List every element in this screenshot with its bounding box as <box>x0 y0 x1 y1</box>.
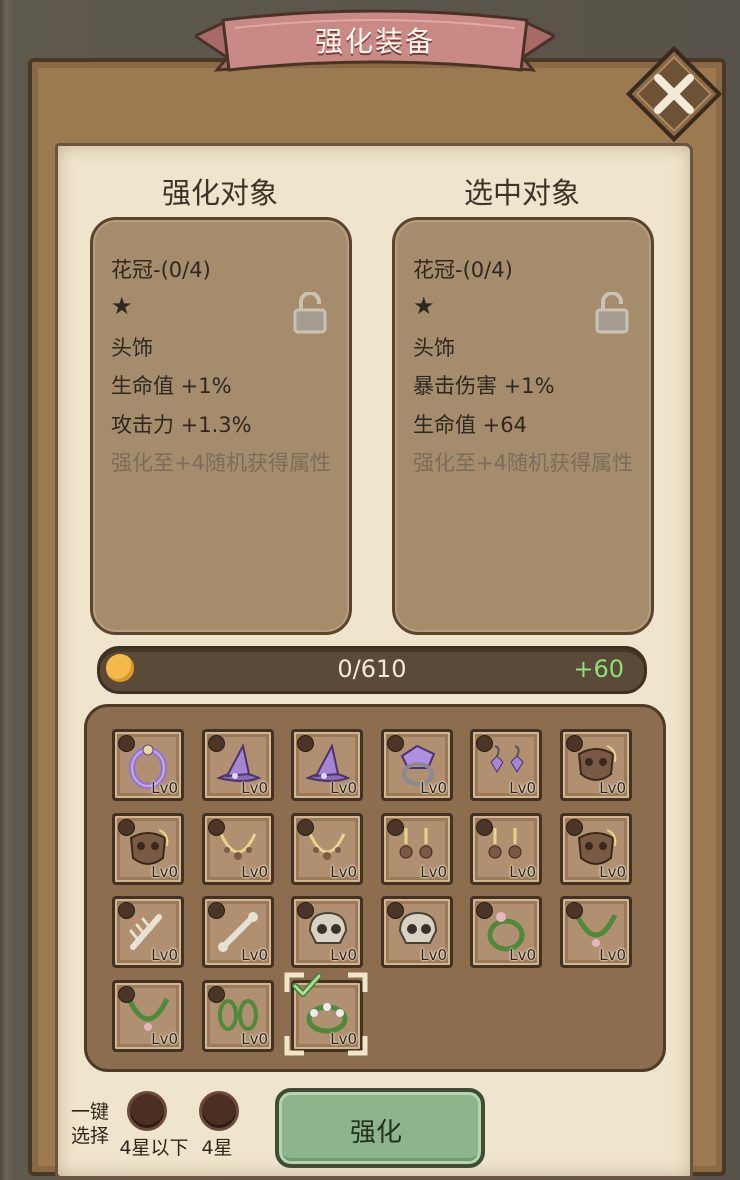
lock-dot-indicator <box>566 819 583 836</box>
inventory-slot[interactable]: Lv0 <box>560 813 632 885</box>
lock-dot-indicator <box>566 735 583 752</box>
item-level: Lv0 <box>151 779 178 797</box>
item-level: Lv0 <box>330 779 357 797</box>
stat-line: 生命值 +1% <box>111 374 232 398</box>
stat-line: 攻击力 +1.3% <box>111 413 252 437</box>
selected-target-heading: 选中对象 <box>463 176 580 210</box>
item-level: Lv0 <box>241 946 268 964</box>
item-level: Lv0 <box>241 779 268 797</box>
lock-dot-indicator <box>118 735 135 752</box>
item-level: Lv0 <box>330 863 357 881</box>
item-level: Lv0 <box>151 1030 178 1048</box>
inventory-slot[interactable]: Lv0 <box>470 729 542 801</box>
filter-below-4-star-toggle[interactable] <box>127 1091 167 1131</box>
enhance-target-heading: 强化对象 <box>161 176 278 210</box>
lock-dot-indicator <box>297 902 314 919</box>
inventory-slot[interactable]: Lv0 <box>560 896 632 968</box>
inventory-slot[interactable]: Lv0 <box>202 980 274 1052</box>
enhance-target-card: 花冠-(0/4) ★ 头饰 生命值 +1% 攻击力 +1.3% 强化至+4随机获… <box>90 217 352 635</box>
lock-dot-indicator <box>566 902 583 919</box>
inventory-slot[interactable]: Lv0 <box>381 813 453 885</box>
lock-dot-indicator <box>208 986 225 1003</box>
close-button[interactable] <box>620 40 728 148</box>
unlock-icon[interactable] <box>595 292 629 334</box>
star-rating: ★ <box>413 292 435 320</box>
item-level: Lv0 <box>330 1030 357 1048</box>
inventory-slot[interactable]: Lv0 <box>381 729 453 801</box>
slot-type: 头饰 <box>111 336 153 360</box>
item-level: Lv0 <box>241 863 268 881</box>
filter-below-4-star-label: 4星以下 <box>119 1137 189 1159</box>
lock-dot-indicator <box>118 986 135 1003</box>
lock-dot-indicator <box>208 819 225 836</box>
inventory-slot[interactable]: Lv0 <box>291 729 363 801</box>
inventory-slot[interactable]: Lv0 <box>112 980 184 1052</box>
inventory-slot[interactable]: Lv0 <box>202 896 274 968</box>
lock-dot-indicator <box>476 735 493 752</box>
exp-progress-bar: 0/610 +60 <box>97 646 647 694</box>
item-level: Lv0 <box>330 946 357 964</box>
item-level: Lv0 <box>509 779 536 797</box>
lock-dot-indicator <box>208 735 225 752</box>
inventory-slot[interactable]: Lv0 <box>112 813 184 885</box>
item-level: Lv0 <box>420 946 447 964</box>
item-level: Lv0 <box>151 946 178 964</box>
lock-dot-indicator <box>118 819 135 836</box>
lock-dot-indicator <box>118 902 135 919</box>
stat-line: 暴击伤害 +1% <box>413 374 555 398</box>
inventory-slot[interactable]: Lv0 <box>112 896 184 968</box>
inventory-slot[interactable]: Lv0 <box>560 729 632 801</box>
selected-target-card: 花冠-(0/4) ★ 头饰 暴击伤害 +1% 生命值 +64 强化至+4随机获得… <box>392 217 654 635</box>
inventory-slot[interactable]: Lv0 <box>291 813 363 885</box>
lock-dot-indicator <box>387 735 404 752</box>
inventory-slot[interactable]: Lv0 <box>202 813 274 885</box>
item-level: Lv0 <box>509 946 536 964</box>
lock-dot-indicator <box>476 902 493 919</box>
item-level: Lv0 <box>599 779 626 797</box>
lock-dot-indicator <box>476 819 493 836</box>
stat-line: 生命值 +64 <box>413 413 527 437</box>
item-name: 花冠-(0/4) <box>413 258 513 282</box>
progress-text: 0/610 <box>337 655 407 683</box>
inventory-slot[interactable]: Lv0 <box>470 896 542 968</box>
item-level: Lv0 <box>241 1030 268 1048</box>
progress-gain: +60 <box>573 655 624 683</box>
inventory-slot[interactable]: Lv0 <box>112 729 184 801</box>
slot-type: 头饰 <box>413 336 455 360</box>
unlock-icon[interactable] <box>293 292 327 334</box>
page-title: 强化装备 <box>314 25 435 58</box>
one-key-select-label: 一键 选择 <box>70 1101 109 1147</box>
lock-dot-indicator <box>297 819 314 836</box>
item-level: Lv0 <box>420 779 447 797</box>
enhance-hint: 强化至+4随机获得属性 <box>111 451 331 475</box>
inventory-slot[interactable]: Lv0 <box>470 813 542 885</box>
item-level: Lv0 <box>599 863 626 881</box>
star-rating: ★ <box>111 292 133 320</box>
checkmark-icon <box>292 973 322 997</box>
lock-dot-indicator <box>387 819 404 836</box>
enhance-button[interactable]: 强化 <box>275 1088 485 1168</box>
inventory-slot[interactable]: Lv0 <box>381 896 453 968</box>
inventory-slot[interactable]: Lv0 <box>291 896 363 968</box>
filter-4-star-label: 4星 <box>201 1137 233 1159</box>
enhance-hint: 强化至+4随机获得属性 <box>413 451 633 475</box>
lock-dot-indicator <box>208 902 225 919</box>
lock-dot-indicator <box>297 735 314 752</box>
item-level: Lv0 <box>599 946 626 964</box>
item-name: 花冠-(0/4) <box>111 258 211 282</box>
inventory-slot[interactable]: Lv0 <box>202 729 274 801</box>
filter-4-star-toggle[interactable] <box>199 1091 239 1131</box>
item-level: Lv0 <box>420 863 447 881</box>
item-level: Lv0 <box>509 863 536 881</box>
lock-dot-indicator <box>387 902 404 919</box>
enhance-button-label: 强化 <box>349 1118 402 1148</box>
item-level: Lv0 <box>151 863 178 881</box>
